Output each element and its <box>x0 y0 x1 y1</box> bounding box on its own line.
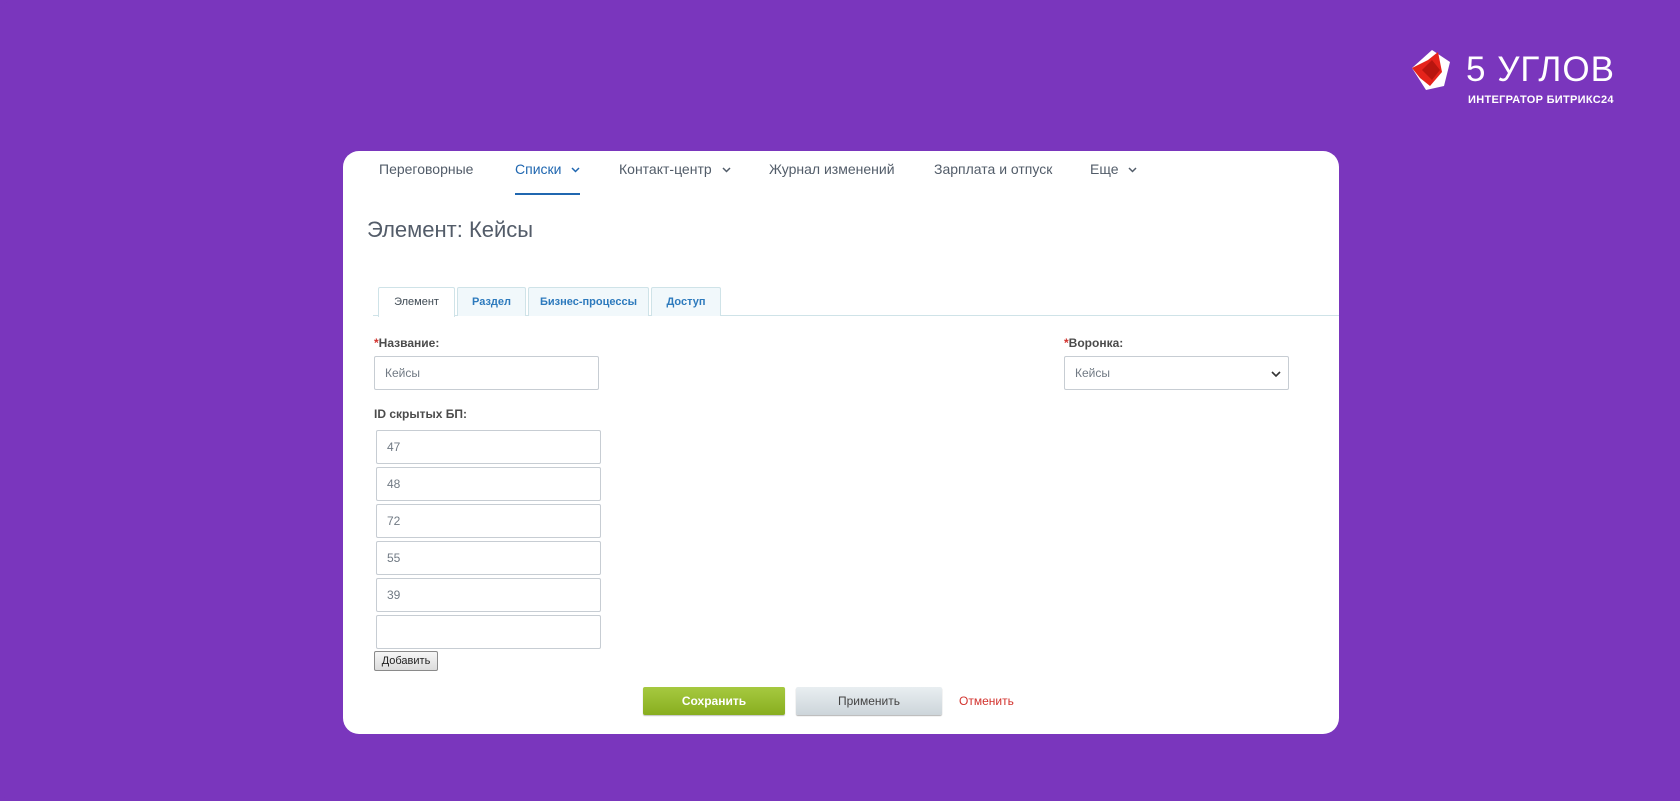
page-title: Элемент: Кейсы <box>367 217 534 242</box>
hidden-bp-input[interactable]: 39 <box>376 578 601 612</box>
tab-section[interactable]: Раздел <box>457 287 526 316</box>
hidden-bp-input[interactable]: 55 <box>376 541 601 575</box>
nav-item-label: Еще <box>1090 161 1119 177</box>
name-label-text: Название: <box>378 336 440 350</box>
nav-item-label: Журнал изменений <box>769 161 895 177</box>
apply-button[interactable]: Применить <box>796 687 942 715</box>
add-field-button[interactable]: Добавить <box>374 651 438 671</box>
tab-access[interactable]: Доступ <box>651 287 721 316</box>
name-input[interactable]: Кейсы <box>374 356 599 390</box>
cancel-link[interactable]: Отменить <box>959 694 1014 708</box>
hidden-bp-input[interactable]: 72 <box>376 504 601 538</box>
top-navigation: Переговорные Списки Контакт-центр Журнал… <box>343 151 1339 195</box>
funnel-label-text: Воронка: <box>1068 336 1124 350</box>
nav-item-more[interactable]: Еще <box>1090 161 1137 195</box>
nav-item-contact-center[interactable]: Контакт-центр <box>619 161 731 195</box>
nav-item-salary-vacation[interactable]: Зарплата и отпуск <box>934 161 1052 195</box>
nav-item-meeting-rooms[interactable]: Переговорные <box>379 161 473 195</box>
nav-item-label: Контакт-центр <box>619 161 712 177</box>
funnel-select[interactable]: Кейсы <box>1064 356 1289 390</box>
funnel-selected-value: Кейсы <box>1075 366 1110 380</box>
chevron-down-icon <box>1271 371 1281 378</box>
name-field-label: *Название: <box>374 336 439 350</box>
form-card: Переговорные Списки Контакт-центр Журнал… <box>343 151 1339 734</box>
active-tab-underline <box>515 193 581 195</box>
hidden-bp-input[interactable] <box>376 615 601 649</box>
nav-item-label: Списки <box>515 161 562 177</box>
brand-logo: 5 УГЛОВ ИНТЕГРАТОР БИТРИКС24 <box>1408 48 1618 108</box>
save-button[interactable]: Сохранить <box>643 687 785 715</box>
chevron-down-icon <box>1128 167 1137 173</box>
hidden-bp-label: ID скрытых БП: <box>374 407 467 421</box>
chevron-down-icon <box>722 167 731 173</box>
hidden-bp-input[interactable]: 47 <box>376 430 601 464</box>
brand-tagline: ИНТЕГРАТОР БИТРИКС24 <box>1468 94 1614 106</box>
tab-business-processes[interactable]: Бизнес-процессы <box>528 287 649 316</box>
nav-item-label: Зарплата и отпуск <box>934 161 1053 177</box>
star-logo-icon <box>1412 50 1450 90</box>
brand-name: 5 УГЛОВ <box>1466 50 1615 89</box>
nav-item-changelog[interactable]: Журнал изменений <box>769 161 895 195</box>
nav-item-label: Переговорные <box>379 161 474 177</box>
chevron-down-icon <box>571 167 580 173</box>
tab-element[interactable]: Элемент <box>378 287 455 317</box>
nav-item-lists[interactable]: Списки <box>515 161 581 195</box>
funnel-field-label: *Воронка: <box>1064 336 1123 350</box>
hidden-bp-input[interactable]: 48 <box>376 467 601 501</box>
